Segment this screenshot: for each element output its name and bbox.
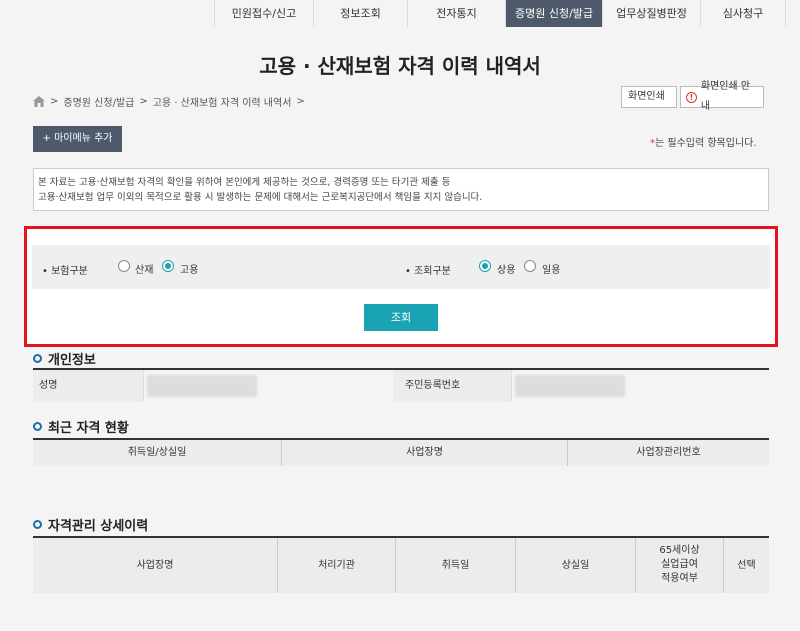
section-personal: 개인정보 xyxy=(33,349,96,368)
radio-employment[interactable] xyxy=(162,260,174,272)
history-header-65plus-line2: 실업급여 xyxy=(661,559,698,570)
breadcrumb: > 증명원 신청/발급 > 고용 · 산재보험 자격 이력 내역서 > xyxy=(33,94,305,109)
history-header-select: 선택 xyxy=(723,538,769,593)
breadcrumb-item-certificate[interactable]: 증명원 신청/발급 xyxy=(63,94,134,109)
name-redacted xyxy=(147,375,257,397)
history-header-65plus-line3: 적용여부 xyxy=(661,573,698,584)
required-note: *는 필수입력 항목입니다. xyxy=(650,134,757,149)
nav-item-complaint[interactable]: 민원접수/신고 xyxy=(214,0,313,27)
breadcrumb-item-current[interactable]: 고용 · 산재보험 자격 이력 내역서 xyxy=(153,94,292,109)
radio-daily[interactable] xyxy=(524,260,536,272)
history-table: 사업장명 처리기관 취득일 상실일 65세이상 실업급여 적용여부 선택 xyxy=(33,536,769,593)
inquiry-type-label: • 조회구분 xyxy=(405,266,451,277)
notice-box: 본 자료는 고용·산재보험 자격의 확인을 위하여 본인에게 제공하는 것으로,… xyxy=(33,168,769,211)
history-header-acquired: 취득일 xyxy=(395,538,515,593)
radio-daily-label[interactable]: 일용 xyxy=(542,261,560,276)
history-header-65plus: 65세이상 실업급여 적용여부 xyxy=(635,538,723,593)
notice-line-1: 본 자료는 고용·산재보험 자격의 확인을 위하여 본인에게 제공하는 것으로,… xyxy=(38,177,451,188)
personal-table: 성명 주민등록번호 xyxy=(33,368,769,402)
current-header-dates: 취득일/상실일 xyxy=(33,440,281,466)
page-title: 고용 · 산재보험 자격 이력 내역서 xyxy=(259,54,541,78)
bullet-icon xyxy=(33,354,42,363)
nav-item-disease[interactable]: 업무상질병판정 xyxy=(602,0,700,27)
breadcrumb-sep: > xyxy=(50,96,59,107)
history-header-workplace: 사업장명 xyxy=(33,538,277,593)
section-history-title: 자격관리 상세이력 xyxy=(48,519,149,534)
print-button[interactable]: 화면인쇄 xyxy=(621,86,677,108)
name-header: 성명 xyxy=(33,370,143,402)
print-guide-button[interactable]: ! 화면인쇄 안내 xyxy=(680,81,764,112)
nav-item-certificate[interactable]: 증명원 신청/발급 xyxy=(505,0,602,27)
nav-item-review[interactable]: 심사청구 xyxy=(700,0,786,27)
history-header-agency: 처리기관 xyxy=(277,538,395,593)
search-options-row: • 보험구분 산재 고용 • 조회구분 상용 일용 xyxy=(32,245,770,289)
section-history: 자격관리 상세이력 xyxy=(33,515,148,534)
current-header-workplace: 사업장명 xyxy=(281,440,567,466)
top-navigation: 민원접수/신고 정보조회 전자통지 증명원 신청/발급 업무상질병판정 심사청구 xyxy=(214,0,786,27)
section-current-title: 최근 자격 현황 xyxy=(48,421,129,436)
history-header-lost: 상실일 xyxy=(515,538,635,593)
breadcrumb-sep: > xyxy=(139,96,148,107)
bullet-icon xyxy=(33,520,42,529)
home-icon[interactable] xyxy=(33,96,45,107)
rrn-header: 주민등록번호 xyxy=(393,370,511,402)
required-note-text: 는 필수입력 항목입니다. xyxy=(655,138,757,149)
name-cell xyxy=(143,370,393,402)
nav-item-e-notice[interactable]: 전자통지 xyxy=(407,0,505,27)
current-header-mgmt-no: 사업장관리번호 xyxy=(567,440,769,466)
history-header-65plus-line1: 65세이상 xyxy=(659,545,700,556)
search-button[interactable]: 조회 xyxy=(364,304,438,331)
section-current: 최근 자격 현황 xyxy=(33,417,129,436)
radio-industrial-label[interactable]: 산재 xyxy=(135,261,153,276)
section-personal-title: 개인정보 xyxy=(48,353,96,368)
search-panel: • 보험구분 산재 고용 • 조회구분 상용 일용 조회 xyxy=(24,226,778,347)
print-guide-label: 화면인쇄 안내 xyxy=(700,81,750,112)
alert-icon: ! xyxy=(686,91,697,103)
notice-line-2: 고용·산재보험 업무 이외의 목적으로 활용 시 발생하는 문제에 대해서는 근… xyxy=(38,192,483,203)
radio-industrial[interactable] xyxy=(118,260,130,272)
bullet-icon xyxy=(33,422,42,431)
add-mymenu-button[interactable]: + 마이메뉴 추가 xyxy=(33,126,122,152)
insurance-type-label: • 보험구분 xyxy=(42,266,88,277)
rrn-cell xyxy=(511,370,769,402)
radio-regular-label[interactable]: 상용 xyxy=(497,261,515,276)
radio-regular[interactable] xyxy=(479,260,491,272)
breadcrumb-sep: > xyxy=(296,96,305,107)
radio-employment-label[interactable]: 고용 xyxy=(180,261,198,276)
nav-item-info[interactable]: 정보조회 xyxy=(313,0,407,27)
current-table: 취득일/상실일 사업장명 사업장관리번호 xyxy=(33,438,769,466)
rrn-redacted xyxy=(515,375,625,397)
